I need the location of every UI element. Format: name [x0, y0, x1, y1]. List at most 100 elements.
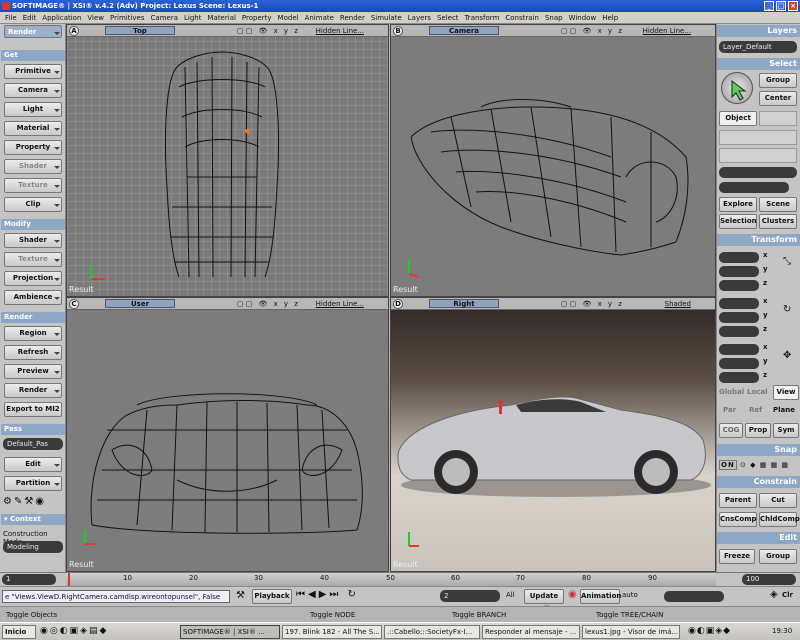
menu-select[interactable]: Select [434, 12, 462, 24]
toolbar-selector-render[interactable]: Render [4, 25, 62, 38]
current-frame-field[interactable]: 2 [440, 590, 500, 602]
timeline[interactable]: 1 10 20 30 40 50 60 70 80 90 100 [0, 572, 800, 586]
translate-x-field[interactable] [719, 344, 759, 355]
get-clip-button[interactable]: Clip [4, 197, 62, 212]
menu-property[interactable]: Property [239, 12, 275, 24]
snap-on-toggle[interactable]: ON [719, 460, 737, 470]
viewport-a-display-mode[interactable]: Hidden Line... [316, 25, 364, 37]
scale-tool-icon[interactable]: ⤡ [783, 256, 791, 267]
menu-application[interactable]: Application [39, 12, 84, 24]
render-preview-button[interactable]: Preview [4, 364, 62, 379]
render-render-button[interactable]: Render [4, 383, 62, 398]
auto-key-toggle[interactable]: auto [622, 591, 638, 599]
select-filter-slot-2[interactable] [719, 148, 797, 163]
cut-button[interactable]: Cut [759, 493, 797, 508]
select-empty-slot[interactable] [759, 111, 797, 126]
viewport-c-icons[interactable]: ▢▢ 👁 x y z [237, 298, 300, 310]
ref-button[interactable]: Ref [749, 406, 762, 414]
modify-projection-button[interactable]: Projection [4, 271, 62, 286]
select-object-button[interactable]: Object [719, 111, 757, 126]
menu-file[interactable]: File [2, 12, 20, 24]
menu-snap[interactable]: Snap [542, 12, 566, 24]
update-all-button[interactable]: Update All [524, 589, 564, 613]
edit-group-button[interactable]: Group [759, 549, 797, 564]
get-property-button[interactable]: Property [4, 140, 62, 155]
render-region-button[interactable]: Region [4, 326, 62, 341]
select-center-button[interactable]: Center [759, 91, 797, 106]
rotate-tool-icon[interactable]: ↻ [783, 304, 791, 315]
viewport-b-letter[interactable]: B [393, 26, 403, 36]
viewport-b-camera-menu[interactable]: Camera [429, 26, 499, 35]
pass-dropdown[interactable]: Default_Pas [3, 438, 63, 450]
viewport-a-camera-menu[interactable]: Top [105, 26, 175, 35]
pass-partition-button[interactable]: Partition [4, 476, 62, 491]
menu-constrain[interactable]: Constrain [502, 12, 542, 24]
script-editor-icon[interactable]: ⚒ [236, 590, 245, 601]
translate-tool-icon[interactable]: ✥ [783, 350, 791, 361]
scene-button[interactable]: Scene [759, 197, 797, 212]
minimize-button[interactable]: _ [764, 1, 774, 11]
clear-button[interactable]: Clr [782, 591, 793, 599]
get-shader-button[interactable]: Shader [4, 159, 62, 174]
viewport-d-letter[interactable]: D [393, 299, 403, 309]
task-music[interactable]: 197. Blink 182 - All The S... [282, 625, 382, 639]
scale-y-field[interactable] [719, 266, 759, 277]
cog-button[interactable]: COG [719, 423, 743, 438]
menu-primitives[interactable]: Primitives [107, 12, 147, 24]
chldcomp-button[interactable]: ChldComp [759, 512, 800, 527]
viewport-d-camera-menu[interactable]: Right [429, 299, 499, 308]
menu-transform[interactable]: Transform [462, 12, 503, 24]
select-filter-slot-1[interactable] [719, 130, 797, 145]
modify-texture-button[interactable]: Texture [4, 252, 62, 267]
view-button[interactable]: View [773, 385, 799, 400]
menu-simulate[interactable]: Simulate [368, 12, 405, 24]
rotate-x-field[interactable] [719, 298, 759, 309]
timeline-end-field[interactable]: 100 [742, 574, 796, 585]
task-softimage[interactable]: SOFTIMAGE® | XSI® ... [180, 625, 280, 639]
par-button[interactable]: Par [723, 406, 736, 414]
get-material-button[interactable]: Material [4, 121, 62, 136]
command-line-input[interactable]: e "Views.ViewD.RightCamera.camdisp.wireo… [2, 590, 230, 603]
menu-layers[interactable]: Layers [405, 12, 434, 24]
translate-y-field[interactable] [719, 358, 759, 369]
timeline-playhead[interactable] [68, 573, 70, 586]
playback-button[interactable]: Playback [252, 589, 292, 604]
task-reply[interactable]: Responder al mensaje - ... [482, 625, 580, 639]
key-set-icon[interactable]: ◈ [770, 589, 778, 600]
viewport-b-icons[interactable]: ▢▢ 👁 x y z [561, 25, 624, 37]
viewport-a-letter[interactable]: A [69, 26, 79, 36]
viewport-c-user[interactable]: C User ▢▢ 👁 x y z Hidden Line... Result [66, 297, 389, 572]
task-image-viewer[interactable]: lexus1.jpg - Visor de imá... [582, 625, 680, 639]
cnscomp-button[interactable]: CnsComp [719, 512, 757, 527]
scale-x-field[interactable] [719, 252, 759, 263]
key-field[interactable] [664, 591, 724, 602]
task-browser[interactable]: .::Cabello:::SocietyFx-I... [384, 625, 480, 639]
modify-shader-button[interactable]: Shader [4, 233, 62, 248]
prop-button[interactable]: Prop [745, 423, 771, 438]
translate-z-field[interactable] [719, 372, 759, 383]
transport-controls[interactable]: ⏮◀▶⏭ ↻ [296, 589, 359, 600]
viewport-b-camera[interactable]: B Camera ▢▢ 👁 x y z Hidden Line... Resul… [390, 24, 716, 297]
local-button[interactable]: Local [747, 388, 768, 396]
close-button[interactable]: × [788, 1, 798, 11]
export-mi2-button[interactable]: Export to MI2 [4, 402, 62, 417]
plane-button[interactable]: Plane [773, 406, 795, 414]
get-light-button[interactable]: Light [4, 102, 62, 117]
select-group-button[interactable]: Group [759, 73, 797, 88]
menu-light[interactable]: Light [181, 12, 204, 24]
select-field-1[interactable] [719, 167, 797, 178]
menu-window[interactable]: Window [566, 12, 600, 24]
viewport-c-camera-menu[interactable]: User [105, 299, 175, 308]
timeline-start-field[interactable]: 1 [2, 574, 56, 585]
viewport-a-top[interactable]: A Top ▢▢ 👁 x y z Hidden Line... Result [66, 24, 389, 297]
menu-view[interactable]: View [84, 12, 107, 24]
timeline-ruler[interactable]: 10 20 30 40 50 60 70 80 90 [66, 573, 716, 586]
render-refresh-button[interactable]: Refresh [4, 345, 62, 360]
get-texture-button[interactable]: Texture [4, 178, 62, 193]
menu-render[interactable]: Render [337, 12, 368, 24]
viewport-a-icons[interactable]: ▢▢ 👁 x y z [237, 25, 300, 37]
sym-button[interactable]: Sym [773, 423, 799, 438]
start-button[interactable]: Inicio [2, 625, 36, 639]
animation-button[interactable]: Animation [580, 589, 621, 604]
all-toggle[interactable]: All [506, 591, 515, 599]
